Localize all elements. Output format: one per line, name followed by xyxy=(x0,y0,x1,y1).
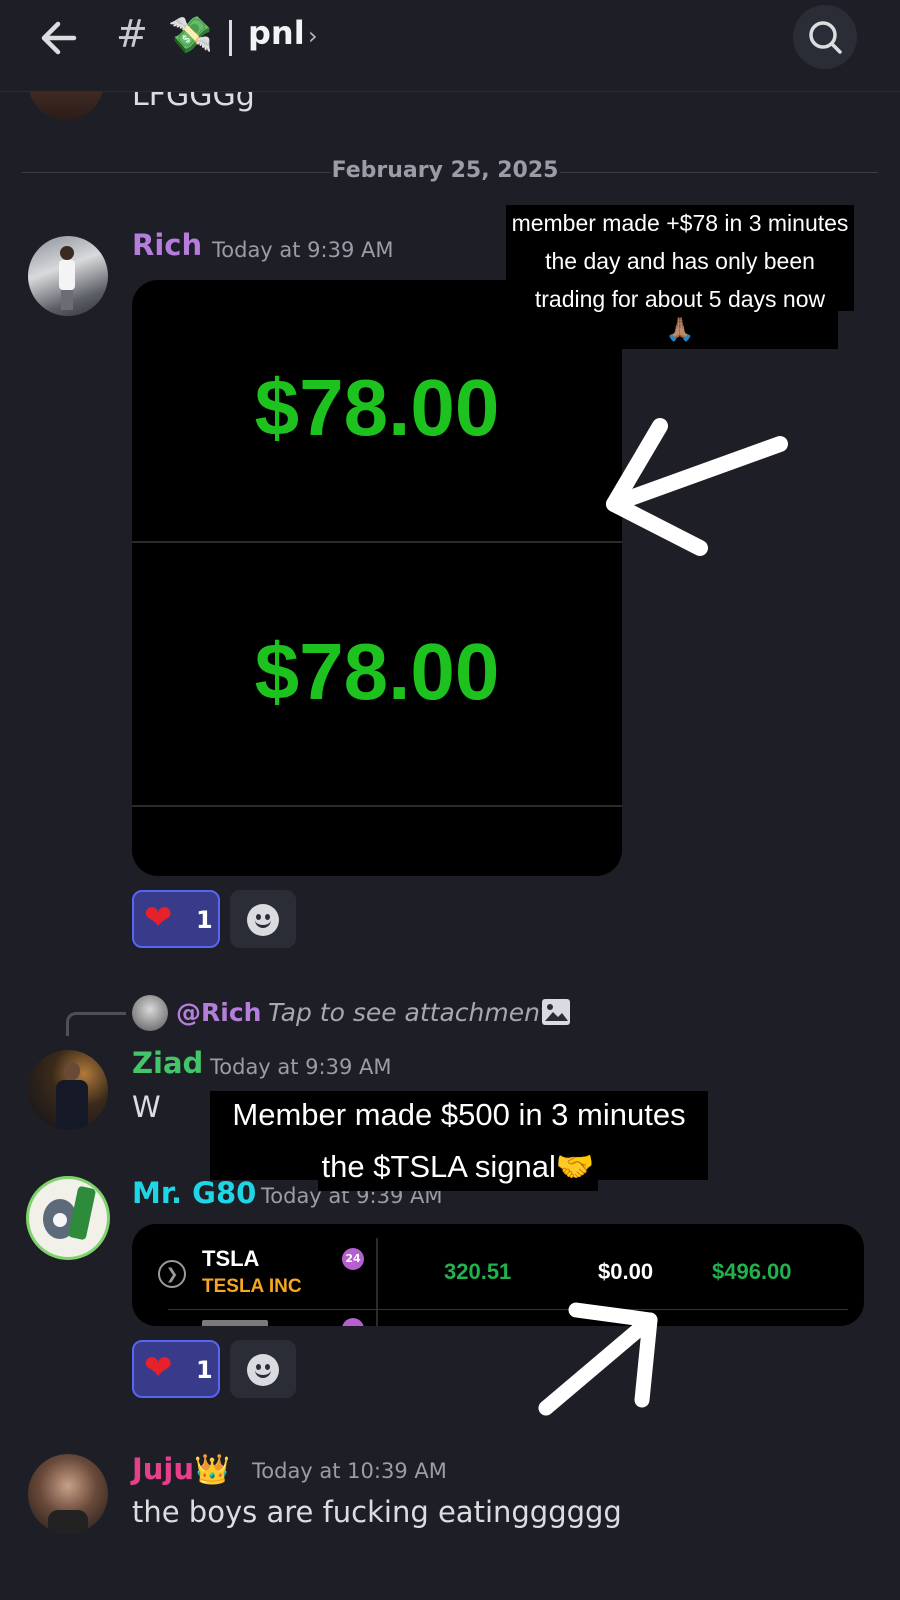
position-value: $0.00 xyxy=(598,1259,654,1284)
reply-connector xyxy=(66,1012,126,1036)
search-icon xyxy=(809,21,842,54)
add-reaction-button[interactable] xyxy=(230,890,296,948)
avatar-ziad[interactable] xyxy=(28,1050,108,1130)
annotation-arrow xyxy=(606,418,788,556)
chevron-right-icon[interactable]: › xyxy=(308,22,318,50)
reaction-count: 1 xyxy=(196,1356,213,1384)
row-divider xyxy=(132,805,622,807)
author-name[interactable]: Rich xyxy=(132,228,202,262)
image-icon xyxy=(542,999,570,1025)
avatar-juju[interactable] xyxy=(28,1454,108,1534)
author-name[interactable]: Mr. G80 xyxy=(132,1176,256,1210)
pnl-value: $496.00 xyxy=(712,1259,792,1284)
position-attachment-image[interactable]: ❯ TSLA TESLA INC 24 320.51 $0.00 $496.00 xyxy=(132,1224,864,1326)
channel-hash-icon: # xyxy=(116,12,148,56)
reaction-count: 1 xyxy=(196,906,213,934)
heart-reaction[interactable]: ❤ 1 xyxy=(132,1340,220,1398)
pnl-value: $78.00 xyxy=(254,627,500,716)
heart-reaction[interactable]: ❤ 1 xyxy=(132,890,220,948)
message-text: the boys are fucking eatingggggg xyxy=(132,1495,622,1529)
avatar-rich[interactable] xyxy=(28,236,108,316)
author-name[interactable]: Ziad xyxy=(132,1046,203,1080)
row-divider xyxy=(168,1309,848,1310)
column-divider xyxy=(376,1238,378,1326)
company-name: TESLA INC xyxy=(202,1276,302,1297)
pnl-attachment-image[interactable]: $78.00 $78.00 xyxy=(132,280,622,876)
row-divider xyxy=(132,541,622,543)
reply-preview[interactable]: Tap to see attachment xyxy=(268,998,550,1027)
caption-overlay-line: trading for about 5 days now🙏🏽 xyxy=(522,281,838,349)
channel-name[interactable]: pnl xyxy=(248,14,305,52)
search-button[interactable] xyxy=(793,5,857,69)
chevron-right-circle-icon: ❯ xyxy=(158,1260,186,1288)
reply-mention[interactable]: @Rich xyxy=(176,998,261,1027)
arrow-left-icon xyxy=(41,21,77,55)
caption-overlay-line: the $TSLA signal🤝 xyxy=(318,1143,598,1192)
price-value: 320.51 xyxy=(444,1259,512,1284)
heart-icon: ❤ xyxy=(144,1348,173,1388)
timestamp: Today at 10:39 AM xyxy=(252,1459,447,1483)
add-reaction-button[interactable] xyxy=(230,1340,296,1398)
channel-separator xyxy=(229,20,232,56)
channel-header: # 💸 pnl › xyxy=(0,0,900,92)
timestamp: Today at 9:39 AM xyxy=(210,1055,392,1079)
avatar-mr-g80[interactable] xyxy=(26,1176,110,1260)
count-badge: 24 xyxy=(342,1248,364,1270)
ticker-symbol: TSLA xyxy=(202,1246,260,1271)
reply-avatar xyxy=(132,995,168,1031)
annotation-arrow xyxy=(538,1302,658,1416)
message-text: W xyxy=(132,1090,161,1124)
timestamp: Today at 9:39 AM xyxy=(212,238,394,262)
heart-icon: ❤ xyxy=(144,898,173,938)
pnl-value: $78.00 xyxy=(254,363,500,452)
next-row-label xyxy=(202,1320,268,1326)
back-button[interactable] xyxy=(38,16,82,60)
money-wings-emoji: 💸 xyxy=(168,15,213,56)
smile-icon xyxy=(247,1354,279,1386)
count-badge xyxy=(342,1318,364,1326)
author-name[interactable]: Juju👑 xyxy=(132,1452,230,1487)
smile-icon xyxy=(247,904,279,936)
date-divider-label: February 25, 2025 xyxy=(330,158,560,183)
